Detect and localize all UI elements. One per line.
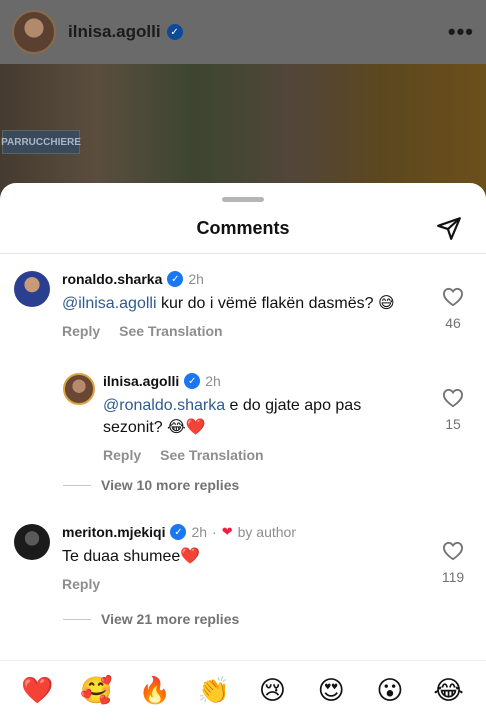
emoji-reaction-bar: ❤️ 🥰 🔥 👏 😢 😍 😮 😂 xyxy=(0,660,486,720)
emoji-crying[interactable]: 😢 xyxy=(252,676,292,706)
post-image-sign: PARRUCCHIERE xyxy=(1,130,81,154)
comment-time: 2h xyxy=(205,373,221,389)
avatar[interactable] xyxy=(63,373,95,405)
comment-username[interactable]: meriton.mjekiqi xyxy=(62,524,165,540)
heart-icon[interactable] xyxy=(442,287,464,307)
reply-button[interactable]: Reply xyxy=(62,576,100,592)
like-count: 15 xyxy=(445,416,461,432)
view-more-line xyxy=(63,484,91,486)
comment-text: @ronaldo.sharka e do gjate apo pas sezon… xyxy=(103,395,413,439)
comment-username[interactable]: ronaldo.sharka xyxy=(62,271,162,287)
sheet-grabber[interactable] xyxy=(222,197,264,202)
view-more-replies[interactable]: View 21 more replies xyxy=(63,611,239,627)
like-count: 46 xyxy=(445,315,461,331)
comment-text: Te duaa shumee❤️ xyxy=(62,548,201,565)
view-more-replies[interactable]: View 10 more replies xyxy=(63,477,239,493)
comments-sheet: Comments ronaldo.sharka ✓ 2h @ilnisa.ago… xyxy=(0,183,486,720)
see-translation-button[interactable]: See Translation xyxy=(119,323,222,339)
verified-badge-icon: ✓ xyxy=(166,24,183,40)
comment-username[interactable]: ilnisa.agolli xyxy=(103,373,179,389)
mention-link[interactable]: @ronaldo.sharka xyxy=(103,397,225,414)
post-avatar[interactable] xyxy=(12,10,56,54)
comment-time: 2h xyxy=(188,271,204,287)
sheet-divider xyxy=(0,253,486,254)
comment-time: 2h xyxy=(191,524,208,540)
comment-body: kur do i vëmë flakën dasmës? 😅 xyxy=(156,295,395,312)
post-header: ilnisa.agolli ✓ ••• xyxy=(0,0,486,64)
comment-text: @ilnisa.agolli kur do i vëmë flakën dasm… xyxy=(62,293,395,315)
emoji-clapping[interactable]: 👏 xyxy=(194,676,234,706)
post-username[interactable]: ilnisa.agolli ✓ xyxy=(68,22,183,42)
verified-badge-icon: ✓ xyxy=(170,524,187,540)
like-control: 46 xyxy=(433,287,473,331)
emoji-fire[interactable]: 🔥 xyxy=(135,676,175,706)
avatar[interactable] xyxy=(14,524,50,560)
verified-badge-icon: ✓ xyxy=(167,271,184,287)
emoji-surprised[interactable]: 😮 xyxy=(370,676,410,706)
author-heart-icon: ❤ xyxy=(221,524,233,539)
reply-button[interactable]: Reply xyxy=(103,447,141,463)
send-icon[interactable] xyxy=(436,215,462,241)
avatar[interactable] xyxy=(14,271,50,307)
emoji-laughing[interactable]: 😂 xyxy=(429,676,469,706)
reply-button[interactable]: Reply xyxy=(62,323,100,339)
sheet-title: Comments xyxy=(196,218,290,238)
reply-item: ilnisa.agolli ✓ 2h @ronaldo.sharka e do … xyxy=(63,373,413,463)
separator-dot: · xyxy=(212,524,217,540)
more-options-icon[interactable]: ••• xyxy=(448,19,474,45)
by-author-label: by author xyxy=(237,524,296,540)
see-translation-button[interactable]: See Translation xyxy=(160,447,263,463)
post-username-text: ilnisa.agolli xyxy=(68,22,161,41)
like-control: 119 xyxy=(433,541,473,585)
heart-icon[interactable] xyxy=(442,541,464,561)
emoji-smiling-hearts[interactable]: 🥰 xyxy=(76,676,116,706)
mention-link[interactable]: @ilnisa.agolli xyxy=(62,295,157,312)
emoji-red-heart[interactable]: ❤️ xyxy=(17,676,57,706)
view-more-line xyxy=(63,618,91,620)
comment-item: meriton.mjekiqi ✓ 2h · ❤ by author Te du… xyxy=(14,524,296,592)
view-more-label: View 10 more replies xyxy=(101,477,240,493)
like-count: 119 xyxy=(441,569,465,585)
like-control: 15 xyxy=(433,388,473,432)
emoji-heart-eyes[interactable]: 😍 xyxy=(311,676,351,706)
view-more-label: View 21 more replies xyxy=(101,611,240,627)
comment-item: ronaldo.sharka ✓ 2h @ilnisa.agolli kur d… xyxy=(14,271,395,339)
heart-icon[interactable] xyxy=(442,388,464,408)
verified-badge-icon: ✓ xyxy=(184,373,201,389)
